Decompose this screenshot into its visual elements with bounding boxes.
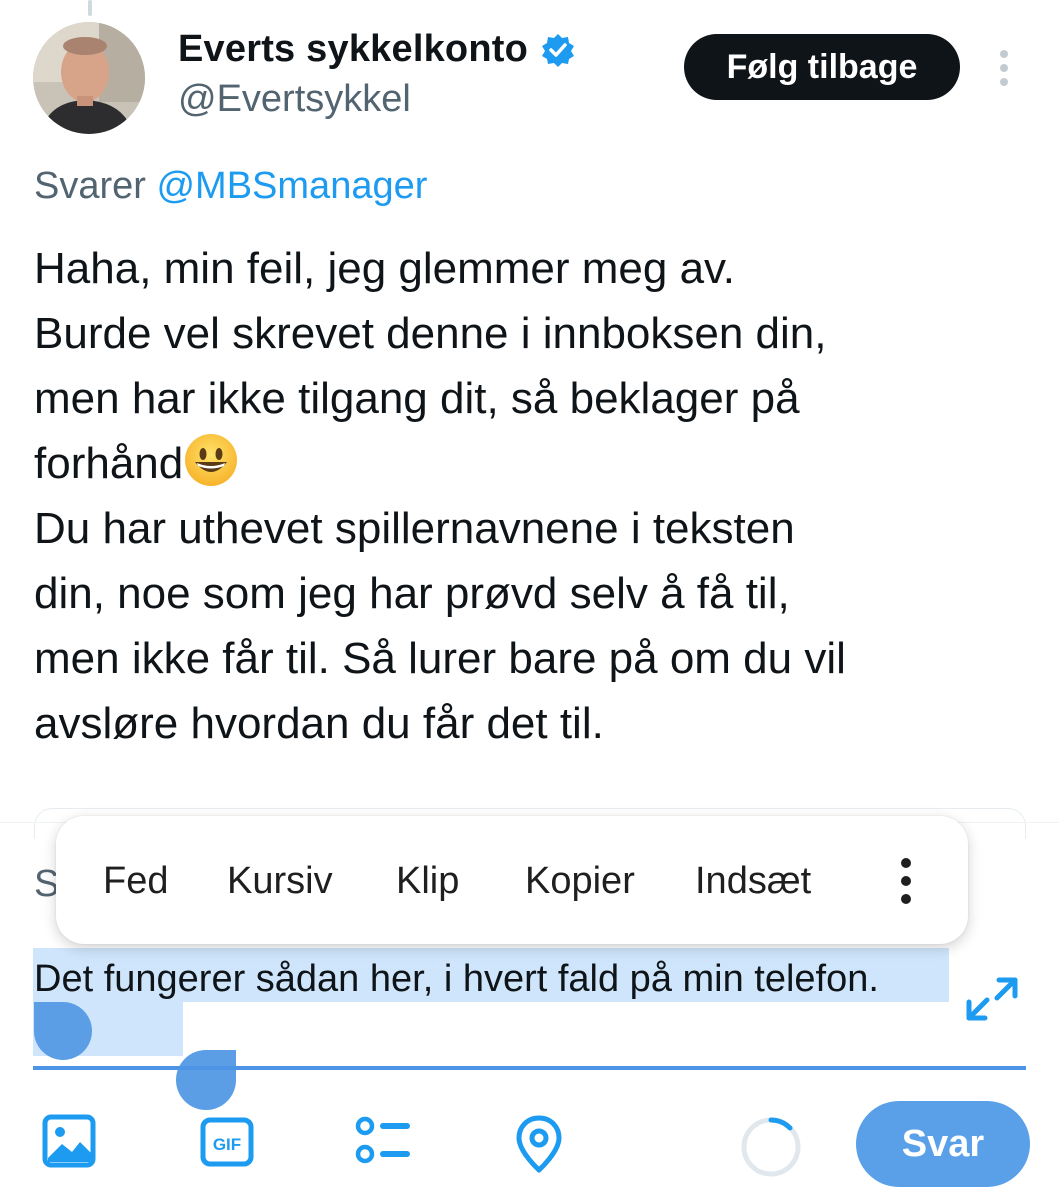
more-vertical-icon[interactable] — [894, 856, 918, 906]
gif-icon[interactable]: GIF — [200, 1114, 254, 1173]
poll-icon[interactable] — [354, 1114, 414, 1173]
verified-badge-icon — [540, 32, 576, 68]
compose-input[interactable]: Det fungerer sådan her, i hvert fald på … — [34, 955, 934, 1003]
user-name-row: Everts sykkelkonto — [178, 28, 576, 71]
follow-back-button[interactable]: Følg tilbage — [684, 34, 960, 100]
menu-item-paste[interactable]: Indsæt — [695, 860, 811, 903]
tweet-text-part2: Du har uthevet spillernavnene i teksten … — [34, 504, 846, 748]
grinning-face-emoji — [183, 432, 239, 488]
image-icon[interactable] — [42, 1114, 96, 1173]
menu-item-cut[interactable]: Klip — [396, 860, 459, 903]
reply-button[interactable]: Svar — [856, 1101, 1030, 1187]
expand-icon[interactable] — [963, 972, 1021, 1026]
selection-end-handle[interactable] — [176, 1050, 236, 1110]
menu-item-italic[interactable]: Kursiv — [227, 860, 333, 903]
reply-prefix: Svarer — [34, 165, 146, 207]
menu-item-bold[interactable]: Fed — [103, 860, 168, 903]
svg-text:GIF: GIF — [213, 1135, 241, 1154]
location-icon[interactable] — [512, 1114, 566, 1179]
reply-mention-link[interactable]: @MBSmanager — [156, 165, 427, 207]
selection-start-handle[interactable] — [34, 1002, 92, 1060]
thread-connector-line — [88, 0, 92, 16]
tweet-text-part1: Haha, min feil, jeg glemmer meg av. Burd… — [34, 244, 827, 488]
replying-to: Svarer @MBSmanager — [34, 165, 427, 208]
avatar[interactable] — [33, 22, 145, 134]
compose-underline — [33, 1066, 1026, 1070]
text-context-menu: Fed Kursiv Klip Kopier Indsæt — [56, 816, 968, 944]
character-count-ring — [740, 1116, 802, 1178]
user-handle[interactable]: @Evertsykkel — [178, 78, 411, 121]
display-name[interactable]: Everts sykkelkonto — [178, 28, 528, 71]
tweet-text: Haha, min feil, jeg glemmer meg av. Burd… — [34, 236, 1034, 756]
more-options-icon[interactable] — [990, 48, 1018, 88]
menu-item-copy[interactable]: Kopier — [525, 860, 635, 903]
